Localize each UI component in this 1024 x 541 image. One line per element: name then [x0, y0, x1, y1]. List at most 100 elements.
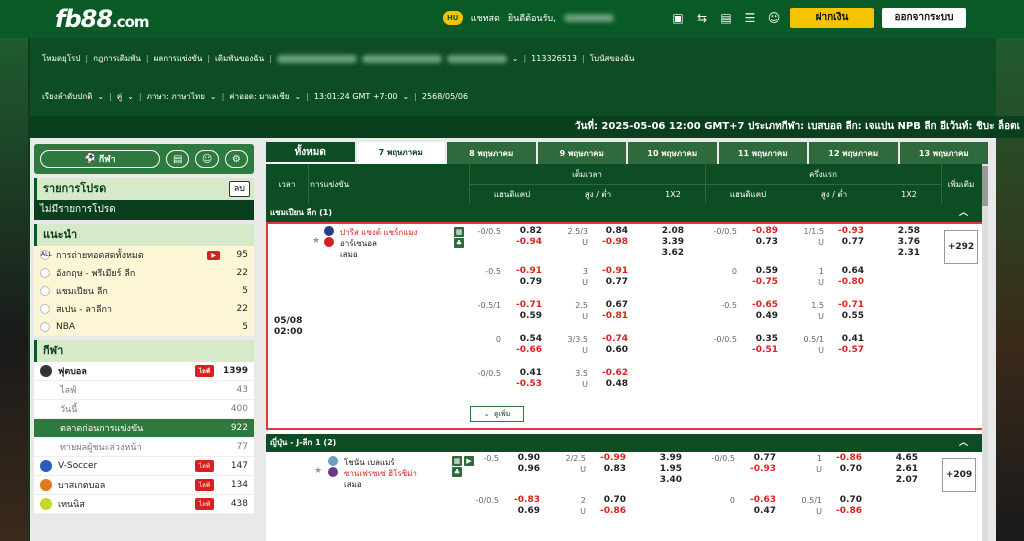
- language-select[interactable]: ภาษา: ภาษาไทย: [147, 90, 205, 103]
- odds-over[interactable]: -0.71: [826, 300, 864, 310]
- odds-away[interactable]: 0.96: [502, 464, 540, 474]
- odds-home[interactable]: 0.82: [504, 226, 542, 236]
- tab-may-8[interactable]: 8 พฤษภาคม: [447, 142, 536, 164]
- odds-1[interactable]: 4.65: [882, 453, 918, 463]
- odds-under[interactable]: 0.83: [588, 464, 626, 474]
- odds-away[interactable]: 0.69: [502, 506, 540, 516]
- tab-may-7[interactable]: 7 พฤษภาคม: [356, 142, 445, 164]
- odds-over[interactable]: -0.86: [824, 453, 862, 463]
- odds-over[interactable]: 0.41: [826, 334, 864, 344]
- odds-under[interactable]: 0.48: [590, 379, 628, 389]
- stats-icon[interactable]: ▦: [454, 227, 464, 237]
- odds-under[interactable]: 0.60: [590, 345, 628, 355]
- odds-home[interactable]: -0.71: [504, 300, 542, 310]
- odds-over[interactable]: -0.62: [590, 368, 628, 378]
- nav-euro-mode[interactable]: โหมดยุโรป: [42, 52, 80, 65]
- history-icon[interactable]: ☰: [742, 10, 758, 26]
- odds-under[interactable]: -0.86: [824, 506, 862, 516]
- odds-select[interactable]: ค่าออด: มาเลเซีย: [229, 90, 289, 103]
- odds-under[interactable]: -0.81: [590, 311, 628, 321]
- nav-results[interactable]: ผลการแข่งขัน: [154, 52, 203, 65]
- odds-over[interactable]: -0.99: [588, 453, 626, 463]
- logo[interactable]: fb88.com: [55, 5, 150, 33]
- odds-away[interactable]: 0.49: [740, 311, 778, 321]
- sport-vsoccer[interactable]: V-Soccer ไลฟ์ 147: [34, 457, 254, 476]
- show-more-button[interactable]: ⌄ ดูเพิ่ม: [470, 406, 524, 422]
- odds-over[interactable]: 0.70: [824, 495, 862, 505]
- odds-1[interactable]: 2.08: [648, 226, 684, 236]
- deposit-button[interactable]: ฝากเงิน: [790, 8, 874, 28]
- nav-bonus[interactable]: โบนัสของฉัน: [590, 52, 635, 65]
- odds-x[interactable]: 2.07: [882, 475, 918, 485]
- more-markets-button[interactable]: +209: [942, 458, 976, 492]
- odds-away[interactable]: -0.51: [740, 345, 778, 355]
- rec-item[interactable]: แชมเปียน ลีก 5: [34, 282, 254, 300]
- league-header[interactable]: ญี่ปุ่น - J-ลีก 1 (2) ︿: [266, 434, 988, 452]
- odds-over[interactable]: 0.67: [590, 300, 628, 310]
- pair-select[interactable]: คู่: [117, 90, 122, 103]
- odds-away[interactable]: 0.73: [740, 237, 778, 247]
- tab-may-11[interactable]: 11 พฤษภาคม: [718, 142, 807, 164]
- odds-x[interactable]: 3.62: [648, 248, 684, 258]
- odds-under[interactable]: -0.98: [590, 237, 628, 247]
- odds-away[interactable]: -0.66: [504, 345, 542, 355]
- gear-icon[interactable]: ⚙: [224, 150, 248, 168]
- sport-tennis[interactable]: เทนนิส ไลฟ์ 438: [34, 495, 254, 514]
- tab-may-10[interactable]: 10 พฤษภาคม: [628, 142, 717, 164]
- odds-over[interactable]: -0.91: [590, 266, 628, 276]
- odds-over[interactable]: -0.93: [826, 226, 864, 236]
- nav-rules[interactable]: กฎการเดิมพัน: [93, 52, 141, 65]
- odds-x[interactable]: 3.40: [646, 475, 682, 485]
- odds-home[interactable]: -0.91: [504, 266, 542, 276]
- chevron-up-icon[interactable]: ︿: [959, 204, 968, 222]
- odds-away[interactable]: -0.75: [740, 277, 778, 287]
- sport-sub-today[interactable]: วันนี้ 400: [34, 400, 254, 419]
- sport-sub-live[interactable]: ไลฟ์ 43: [34, 381, 254, 400]
- tab-may-13[interactable]: 13 พฤษภาคม: [899, 142, 988, 164]
- league-header[interactable]: แชมเปียน ลีก (1) ︿: [266, 204, 988, 222]
- odds-home[interactable]: 0.35: [740, 334, 778, 344]
- tab-may-12[interactable]: 12 พฤษภาคม: [809, 142, 898, 164]
- odds-over[interactable]: 0.64: [826, 266, 864, 276]
- odds-home[interactable]: -0.83: [502, 495, 540, 505]
- odds-home[interactable]: 0.90: [502, 453, 540, 463]
- chevron-up-icon[interactable]: ︿: [959, 434, 968, 452]
- odds-over[interactable]: -0.74: [590, 334, 628, 344]
- scrollbar[interactable]: [982, 164, 988, 541]
- odds-over[interactable]: 0.70: [588, 495, 626, 505]
- rec-item[interactable]: ALL การถ่ายทอดสดทั้งหมด ▶ 95: [34, 246, 254, 264]
- sport-football[interactable]: ฟุตบอล ไลฟ์ 1399: [34, 362, 254, 381]
- sport-basketball[interactable]: บาสเกตบอล ไลฟ์ 134: [34, 476, 254, 495]
- promo-icon[interactable]: ▤: [718, 10, 734, 26]
- odds-2[interactable]: 3.39: [648, 237, 684, 247]
- odds-home[interactable]: 0.59: [740, 266, 778, 276]
- logout-button[interactable]: ออกจากระบบ: [882, 8, 966, 28]
- transfer-icon[interactable]: ⇆: [694, 10, 710, 26]
- chat-label[interactable]: แชทสด: [471, 11, 500, 25]
- odds-home[interactable]: -0.89: [740, 226, 778, 236]
- chat-icon[interactable]: HU: [442, 11, 463, 25]
- rec-item[interactable]: อังกฤษ - พรีเมียร์ ลีก 22: [34, 264, 254, 282]
- tab-all[interactable]: ทั้งหมด: [266, 142, 355, 164]
- tab-may-9[interactable]: 9 พฤษภาคม: [537, 142, 626, 164]
- odds-1[interactable]: 2.58: [884, 226, 920, 236]
- lineup-icon[interactable]: ♣: [452, 467, 462, 477]
- fav-delete-button[interactable]: ลบ: [228, 181, 250, 197]
- betslip-icon[interactable]: ▤: [166, 150, 190, 168]
- lineup-icon[interactable]: ♣: [454, 238, 464, 248]
- sport-sub-early[interactable]: ตลาดก่อนการแข่งขัน 922: [34, 419, 254, 438]
- odds-under[interactable]: -0.57: [826, 345, 864, 355]
- odds-away[interactable]: 0.59: [504, 311, 542, 321]
- odds-under[interactable]: 0.77: [590, 277, 628, 287]
- odds-1[interactable]: 3.99: [646, 453, 682, 463]
- cashier-icon[interactable]: ▣: [670, 10, 686, 26]
- odds-2[interactable]: 3.76: [884, 237, 920, 247]
- odds-under[interactable]: -0.80: [826, 277, 864, 287]
- stats-icon[interactable]: ▦: [452, 456, 462, 466]
- odds-home[interactable]: 0.54: [504, 334, 542, 344]
- odds-over[interactable]: 0.84: [590, 226, 628, 236]
- star-icon[interactable]: ★: [312, 236, 320, 246]
- star-icon[interactable]: ★: [314, 466, 322, 476]
- odds-2[interactable]: 1.95: [646, 464, 682, 474]
- rec-item[interactable]: NBA 5: [34, 318, 254, 336]
